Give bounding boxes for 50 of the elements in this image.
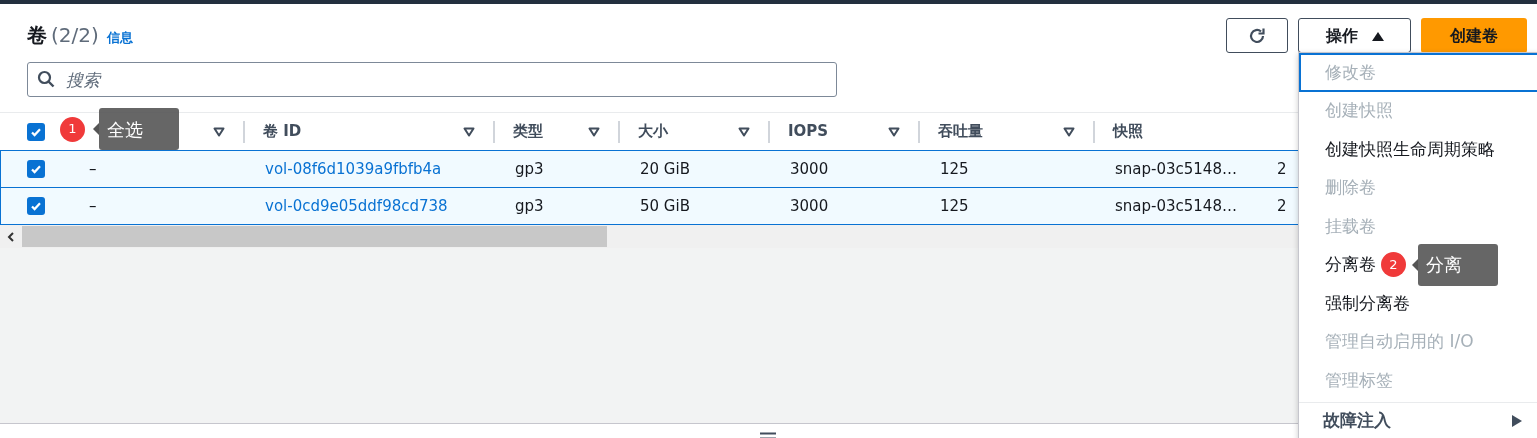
volume-id-link[interactable]: vol-0cd9e05ddf98cd738 — [265, 196, 448, 215]
table-cell: snap-03c5148… — [1115, 159, 1237, 178]
menu-item[interactable]: 故障注入 — [1323, 408, 1391, 434]
page-title: 卷 — [27, 22, 47, 49]
sort-icon[interactable] — [213, 126, 225, 137]
checkbox[interactable] — [27, 197, 45, 215]
menu-item[interactable]: 分离卷 — [1299, 245, 1380, 284]
column-header[interactable]: 卷 ID — [263, 120, 302, 143]
column-header[interactable]: 吞吐量 — [938, 120, 983, 143]
table-cell: gp3 — [515, 196, 544, 215]
table-cell: – — [89, 196, 97, 215]
table-cell: 2 — [1277, 196, 1287, 215]
column-header[interactable]: IOPS — [788, 120, 829, 143]
table-cell: 125 — [940, 196, 969, 215]
table-cell: 3000 — [790, 159, 829, 178]
check-icon — [30, 163, 42, 175]
sort-icon[interactable] — [1063, 126, 1075, 137]
column-header[interactable]: 大小 — [638, 120, 668, 143]
checkbox[interactable] — [27, 122, 45, 141]
volume-id-link[interactable]: vol-08f6d1039a9fbfb4a — [265, 159, 442, 178]
checkbox[interactable] — [27, 160, 45, 178]
sort-icon[interactable] — [738, 126, 750, 137]
table-cell: 3000 — [790, 196, 829, 215]
column-header[interactable]: 快照 — [1113, 120, 1143, 143]
tooltip: 全选 — [93, 108, 179, 150]
caret-up-icon — [1371, 30, 1384, 41]
create-volume-button[interactable]: 创建卷 — [1421, 18, 1527, 53]
table-cell: gp3 — [515, 159, 544, 178]
table-cell: 50 GiB — [640, 196, 690, 215]
volume-count: (2/2) — [51, 22, 99, 49]
column-header[interactable]: 类型 — [513, 120, 543, 143]
resize-handle-icon[interactable] — [759, 432, 776, 438]
scrollbar-thumb[interactable] — [22, 226, 607, 247]
search-field[interactable]: 搜索 — [27, 62, 837, 97]
table-cell: snap-03c5148… — [1115, 196, 1237, 215]
info-link[interactable]: 信息 — [106, 28, 133, 48]
refresh-button[interactable] — [1226, 18, 1288, 53]
sort-icon[interactable] — [888, 126, 900, 137]
table-cell: 20 GiB — [640, 159, 690, 178]
table-cell: 2 — [1277, 159, 1287, 178]
step-badge: 2 — [1381, 252, 1406, 277]
submenu-arrow-icon — [1512, 415, 1522, 427]
table-cell: 125 — [940, 159, 969, 178]
check-icon — [30, 200, 42, 212]
tooltip: 分离 — [1412, 243, 1498, 286]
sort-icon[interactable] — [588, 126, 600, 137]
search-icon — [37, 70, 55, 88]
table-cell: – — [89, 159, 97, 178]
menu-item[interactable]: 强制分离卷 — [1299, 284, 1414, 323]
sort-icon[interactable] — [463, 126, 475, 137]
